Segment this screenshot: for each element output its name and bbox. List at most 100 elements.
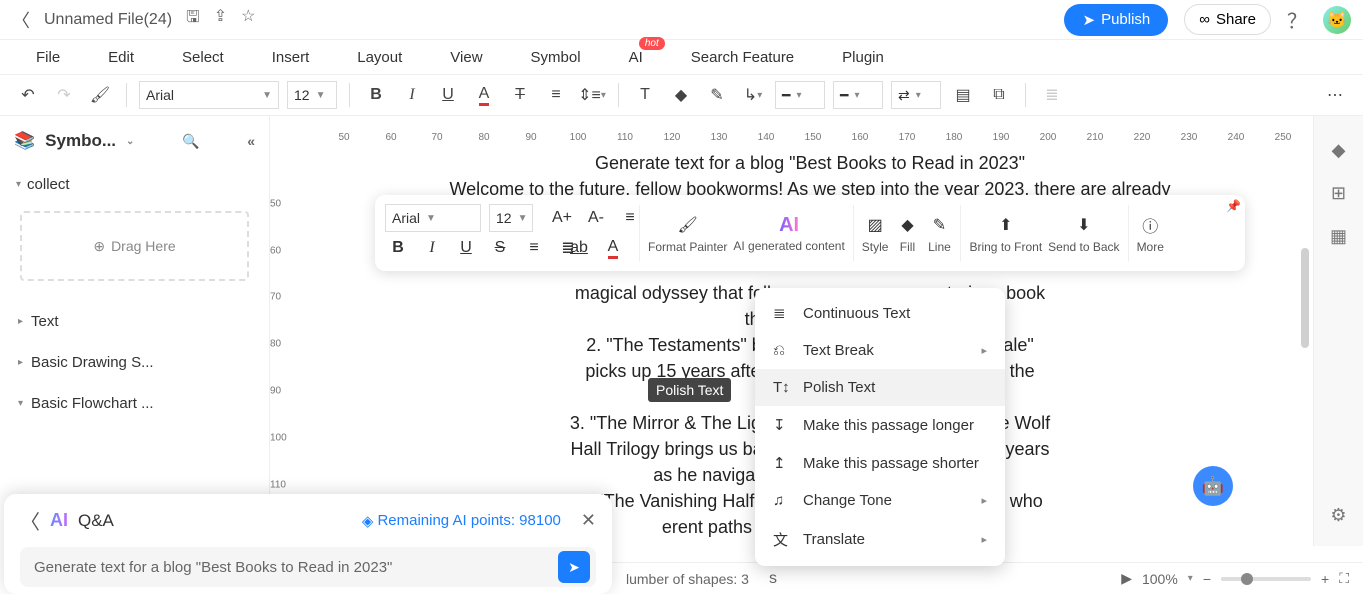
send-button[interactable]: ➤	[558, 551, 590, 583]
export-icon[interactable]: ⇪	[214, 6, 227, 33]
play-icon[interactable]: ▶	[1121, 570, 1132, 587]
pen-icon[interactable]: ✎	[703, 81, 731, 109]
menu-symbol[interactable]: Symbol	[531, 49, 581, 66]
zoom-slider[interactable]	[1221, 577, 1311, 581]
menu-edit[interactable]: Edit	[108, 49, 134, 66]
menu-ai[interactable]: AIhot	[629, 49, 643, 66]
fill-button[interactable]: ◆ Fill	[894, 201, 920, 265]
send-back-button[interactable]: ⬇ Send to Back	[1048, 201, 1119, 265]
fontsize-select[interactable]: 12▼	[287, 81, 337, 109]
more-icon[interactable]: ⋯	[1321, 81, 1349, 109]
line-button[interactable]: ✎ Line	[926, 201, 952, 265]
redo-icon[interactable]: ↷	[50, 81, 78, 109]
close-icon[interactable]: ✕	[581, 510, 596, 531]
ai-menu-translate[interactable]: 文Translate▸	[755, 519, 1005, 560]
menu-search-feature[interactable]: Search Feature	[691, 49, 794, 66]
undo-icon[interactable]: ↶	[14, 81, 42, 109]
section-text[interactable]: ▸ Text	[0, 301, 269, 342]
diamond-icon[interactable]: ◆	[1332, 140, 1346, 161]
formatting-toolbar: ↶ ↷ 🖌 Arial▼ 12▼ B I U A T ≡ ⇕≡▾ T ◆ ✎ ↳…	[0, 74, 1363, 116]
increase-font-icon[interactable]: A+	[549, 205, 575, 231]
menu-file[interactable]: File	[36, 49, 60, 66]
library-icon: 📚	[14, 131, 35, 151]
save-icon[interactable]: 🖫	[186, 6, 200, 33]
zoom-in-icon[interactable]: +	[1321, 571, 1329, 587]
italic-icon[interactable]: I	[398, 81, 426, 109]
font-select[interactable]: Arial▼	[385, 204, 481, 232]
assistant-bubble[interactable]: 🤖	[1193, 466, 1233, 506]
avatar[interactable]: 🐱	[1323, 6, 1351, 34]
ai-content-button[interactable]: AI AI generated content	[733, 201, 844, 265]
strike-icon[interactable]: S	[487, 235, 513, 261]
grid-icon[interactable]: ▦	[1330, 226, 1347, 247]
ai-menu-make-this-passage-longer[interactable]: ↧Make this passage longer	[755, 406, 1005, 444]
help-icon[interactable]: ？	[1287, 5, 1307, 34]
menu-select[interactable]: Select	[182, 49, 224, 66]
fill-icon[interactable]: ◆	[667, 81, 695, 109]
publish-button[interactable]: ➤ Publish	[1064, 4, 1168, 36]
ai-menu-continuous-text[interactable]: ≣Continuous Text	[755, 294, 1005, 332]
history-icon[interactable]: ≣	[1038, 81, 1066, 109]
section-basic-flowchart[interactable]: ▾ Basic Flowchart ...	[0, 383, 269, 424]
chevron-double-down-icon[interactable]: ⌄	[126, 136, 134, 147]
vertical-scrollbar[interactable]	[1301, 248, 1309, 348]
ai-menu-make-this-passage-shorter[interactable]: ↥Make this passage shorter	[755, 444, 1005, 482]
zoom-out-icon[interactable]: −	[1203, 571, 1211, 587]
back-icon[interactable]: 〈	[20, 506, 40, 535]
style-button[interactable]: ▨ Style	[862, 201, 889, 265]
underline-icon[interactable]: U	[434, 81, 462, 109]
arrange-icon[interactable]: ▤	[949, 81, 977, 109]
connector-icon[interactable]: ↳▾	[739, 81, 767, 109]
font-color-icon[interactable]: A	[470, 81, 498, 109]
menu-view[interactable]: View	[450, 49, 482, 66]
line-spacing-icon[interactable]: ⇕≡▾	[578, 81, 606, 109]
ai-menu-change-tone[interactable]: ♫Change Tone▸	[755, 482, 1005, 519]
strikethrough-icon[interactable]: T	[506, 81, 534, 109]
publish-label: Publish	[1101, 11, 1150, 28]
decrease-font-icon[interactable]: A-	[583, 205, 609, 231]
qa-input[interactable]	[34, 559, 558, 576]
italic-icon[interactable]: I	[419, 235, 445, 261]
font-color-icon[interactable]: A	[600, 235, 626, 261]
layers-icon[interactable]: ⧉	[985, 81, 1013, 109]
font-select[interactable]: Arial▼	[139, 81, 279, 109]
format-painter-icon[interactable]: 🖌	[86, 81, 114, 109]
line-weight-select[interactable]: ━▾	[833, 81, 883, 109]
collapse-icon[interactable]: «	[247, 133, 255, 149]
size-value: 12	[294, 87, 310, 103]
section-basic-drawing[interactable]: ▸ Basic Drawing S...	[0, 342, 269, 383]
bring-front-button[interactable]: ⬆ Bring to Front	[969, 201, 1042, 265]
line-style-select[interactable]: ━▾	[775, 81, 825, 109]
star-icon[interactable]: ☆	[241, 6, 255, 33]
bold-icon[interactable]: B	[385, 235, 411, 261]
pin-icon[interactable]: 📌	[1226, 199, 1241, 213]
chevron-right-icon: ▸	[18, 357, 23, 368]
ai-icon: AI	[779, 214, 799, 237]
arrow-style-select[interactable]: ⇄▾	[891, 81, 941, 109]
bold-icon[interactable]: B	[362, 81, 390, 109]
back-icon[interactable]: 〈	[12, 7, 30, 33]
more-button[interactable]: ⓘ More	[1137, 201, 1164, 265]
subscript-icon[interactable]: ab	[566, 235, 592, 261]
ai-menu-text-break[interactable]: ⎌Text Break▸	[755, 332, 1005, 369]
settings-icon[interactable]: ⚙	[1330, 505, 1346, 526]
style-icon: ▨	[862, 212, 888, 238]
drag-zone[interactable]: ⊕ Drag Here	[20, 211, 249, 281]
ai-points[interactable]: ◈ Remaining AI points: 98100	[362, 512, 561, 530]
underline-icon[interactable]: U	[453, 235, 479, 261]
number-list-icon[interactable]: ≡	[521, 235, 547, 261]
menu-plugin[interactable]: Plugin	[842, 49, 884, 66]
fontsize-select[interactable]: 12▼	[489, 204, 533, 232]
format-painter-button[interactable]: 🖌 Format Painter	[648, 201, 727, 265]
share-button[interactable]: ∞ Share	[1184, 4, 1271, 35]
zoom-value[interactable]: 100%	[1142, 571, 1178, 587]
ai-menu-polish-text[interactable]: T↕Polish Text	[755, 369, 1005, 406]
text-tool-icon[interactable]: T	[631, 81, 659, 109]
menu-insert[interactable]: Insert	[272, 49, 310, 66]
align-icon[interactable]: ≡	[542, 81, 570, 109]
menu-layout[interactable]: Layout	[357, 49, 402, 66]
search-icon[interactable]: 🔍	[182, 133, 199, 150]
add-shape-icon[interactable]: ⊞	[1331, 183, 1346, 204]
section-collect[interactable]: ▾ collect	[0, 166, 269, 203]
fullscreen-icon[interactable]: ⛶	[1339, 570, 1349, 587]
